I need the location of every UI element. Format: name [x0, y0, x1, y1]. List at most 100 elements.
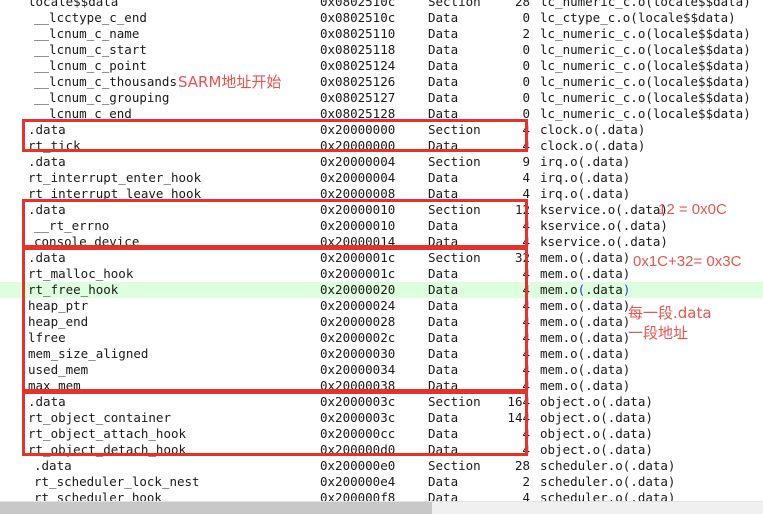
type-cell: Data: [428, 362, 459, 377]
type-cell: Data: [428, 378, 459, 393]
table-row[interactable]: __lcnum_c_thousands 0x08025126 Data 0 lc_num…: [0, 74, 763, 90]
address-cell: 0x2000003c: [320, 410, 396, 425]
size-cell: 2: [522, 26, 530, 41]
object-section-cell: kservice.o(.data): [540, 202, 668, 217]
table-row[interactable]: __rt_errno 0x20000010 Data 4 kservice.o(.dat…: [0, 218, 763, 234]
address-cell: 0x200000d0: [320, 442, 396, 457]
table-row[interactable]: .data 0x20000010 Section 12 kservice.o(.data…: [0, 202, 763, 218]
type-cell: Data: [428, 74, 459, 89]
table-row[interactable]: .data 0x20000000 Section 4 clock.o(.data): [0, 122, 763, 138]
address-cell: 0x08025127: [320, 90, 396, 105]
size-cell: 4: [522, 282, 530, 297]
table-row[interactable]: .data 0x200000e0 Section 28 scheduler.o(.dat…: [0, 458, 763, 474]
size-cell: 4: [522, 234, 530, 249]
table-row[interactable]: max_mem 0x20000038 Data 4 mem.o(.data): [0, 378, 763, 394]
table-row[interactable]: rt_object_container 0x2000003c Data 144 obje…: [0, 410, 763, 426]
address-cell: 0x200000cc: [320, 426, 396, 441]
table-row[interactable]: __lcnum_c_name 0x08025110 Data 2 lc_numeric_…: [0, 26, 763, 42]
table-row[interactable]: rt_interrupt_enter_hook 0x20000004 Data 4 ir…: [0, 170, 763, 186]
horizontal-scrollbar-thumb[interactable]: [0, 502, 432, 514]
address-cell: 0x2000001c: [320, 250, 396, 265]
address-cell: 0x08025128: [320, 106, 396, 121]
symbol-name-cell: rt_object_container: [28, 410, 171, 425]
type-cell: Data: [428, 314, 459, 329]
type-cell: Data: [428, 298, 459, 313]
size-cell: 0: [522, 10, 530, 25]
address-cell: 0x20000034: [320, 362, 396, 377]
table-row[interactable]: __lcnum_c_grouping 0x08025127 Data 0 lc_nume…: [0, 90, 763, 106]
table-row[interactable]: .data 0x2000003c Section 164 object.o(.data): [0, 394, 763, 410]
object-section-cell: mem.o(.data): [540, 314, 631, 329]
object-section-cell: clock.o(.data): [540, 122, 646, 137]
size-cell: 4: [522, 138, 530, 153]
size-cell: 164: [507, 394, 530, 409]
symbol-table-viewport[interactable]: locale$$data 0x0802510c Section 28 lc_numeri…: [0, 0, 763, 502]
type-cell: Data: [428, 106, 459, 121]
symbol-name-cell: lfree: [28, 330, 66, 345]
table-row[interactable]: rt_scheduler_lock_nest 0x200000e4 Data 2 sch…: [0, 474, 763, 490]
type-cell: Data: [428, 90, 459, 105]
object-section-cell: lc_numeric_c.o(locale$$data): [540, 26, 751, 41]
type-cell: Data: [428, 170, 459, 185]
address-cell: 0x20000008: [320, 186, 396, 201]
address-cell: 0x20000028: [320, 314, 396, 329]
size-cell: 28: [514, 0, 530, 9]
horizontal-scrollbar[interactable]: [0, 501, 763, 514]
type-cell: Data: [428, 346, 459, 361]
symbol-name-cell: rt_tick: [28, 138, 81, 153]
size-cell: 32: [514, 250, 530, 265]
symbol-name-cell: __lcnum_c_thousands: [34, 74, 177, 89]
symbol-name-cell: max_mem: [28, 378, 81, 393]
object-section-cell: object.o(.data): [540, 426, 653, 441]
size-cell: 2: [522, 474, 530, 489]
object-section-cell: kservice.o(.data): [540, 218, 668, 233]
table-row[interactable]: used_mem 0x20000034 Data 4 mem.o(.data): [0, 362, 763, 378]
symbol-name-cell: __lcctype_c_end: [34, 10, 147, 25]
symbol-name-cell: console device: [34, 234, 140, 249]
table-row[interactable]: mem_size_aligned 0x20000030 Data 4 mem.o(.da…: [0, 346, 763, 362]
annotation-text-per-data-seg: 每一段.data: [628, 304, 712, 322]
table-row[interactable]: rt_tick 0x20000000 Data 4 clock.o(.data): [0, 138, 763, 154]
object-section-cell: object.o(.data): [540, 442, 653, 457]
size-cell: 4: [522, 426, 530, 441]
symbol-name-cell: heap_end: [28, 314, 89, 329]
address-cell: 0x20000030: [320, 346, 396, 361]
table-row[interactable]: __lcctype_c_end 0x0802510c Data 0 lc_ctype_c…: [0, 10, 763, 26]
symbol-name-cell: __rt_errno: [34, 218, 110, 233]
address-cell: 0x20000020: [320, 282, 396, 297]
table-row[interactable]: __lcnum_c_start 0x08025118 Data 0 lc_numeric…: [0, 42, 763, 58]
table-row[interactable]: __lcnum_c_end 0x08025128 Data 0 lc_numeric_c…: [0, 106, 763, 122]
table-row[interactable]: rt_interrupt_leave_hook 0x20000008 Data 4 ir…: [0, 186, 763, 202]
size-cell: 0: [522, 42, 530, 57]
table-row[interactable]: rt_free_hook 0x20000020 Data 4 mem.o(.data): [0, 282, 763, 298]
object-section-cell: mem.o(.data): [540, 362, 631, 377]
object-section-cell: object.o(.data): [540, 410, 653, 425]
size-cell: 4: [522, 298, 530, 313]
type-cell: Section: [428, 394, 481, 409]
address-cell: 0x08025118: [320, 42, 396, 57]
size-cell: 0: [522, 90, 530, 105]
symbol-name-cell: .data: [28, 250, 66, 265]
type-cell: Section: [428, 250, 481, 265]
size-cell: 4: [522, 330, 530, 345]
symbol-name-cell: rt_interrupt_leave_hook: [28, 186, 202, 201]
address-cell: 0x08025124: [320, 58, 396, 73]
type-cell: Section: [428, 154, 481, 169]
table-row[interactable]: locale$$data 0x0802510c Section 28 lc_numeri…: [0, 0, 763, 10]
object-section-cell: mem.o(.data): [540, 250, 631, 265]
object-section-cell: lc_numeric_c.o(locale$$data): [540, 106, 751, 121]
table-row[interactable]: rt_object_attach_hook 0x200000cc Data 4 obje…: [0, 426, 763, 442]
size-cell: 4: [522, 218, 530, 233]
type-cell: Data: [428, 426, 459, 441]
address-cell: 0x2000003c: [320, 394, 396, 409]
table-row[interactable]: console device 0x20000014 Data 4 kservice.o(…: [0, 234, 763, 250]
symbol-name-cell: rt_object_detach_hook: [28, 442, 187, 457]
size-cell: 12: [514, 202, 530, 217]
table-row[interactable]: .data 0x20000004 Section 9 irq.o(.data): [0, 154, 763, 170]
table-row[interactable]: __lcnum_c_point 0x08025124 Data 0 lc_numeric…: [0, 58, 763, 74]
object-section-cell: clock.o(.data): [540, 138, 646, 153]
object-section-cell: lc_numeric_c.o(locale$$data): [540, 0, 751, 9]
symbol-name-cell: .data: [34, 458, 72, 473]
table-row[interactable]: rt_object_detach_hook 0x200000d0 Data 4 obje…: [0, 442, 763, 458]
object-section-cell: irq.o(.data): [540, 154, 631, 169]
